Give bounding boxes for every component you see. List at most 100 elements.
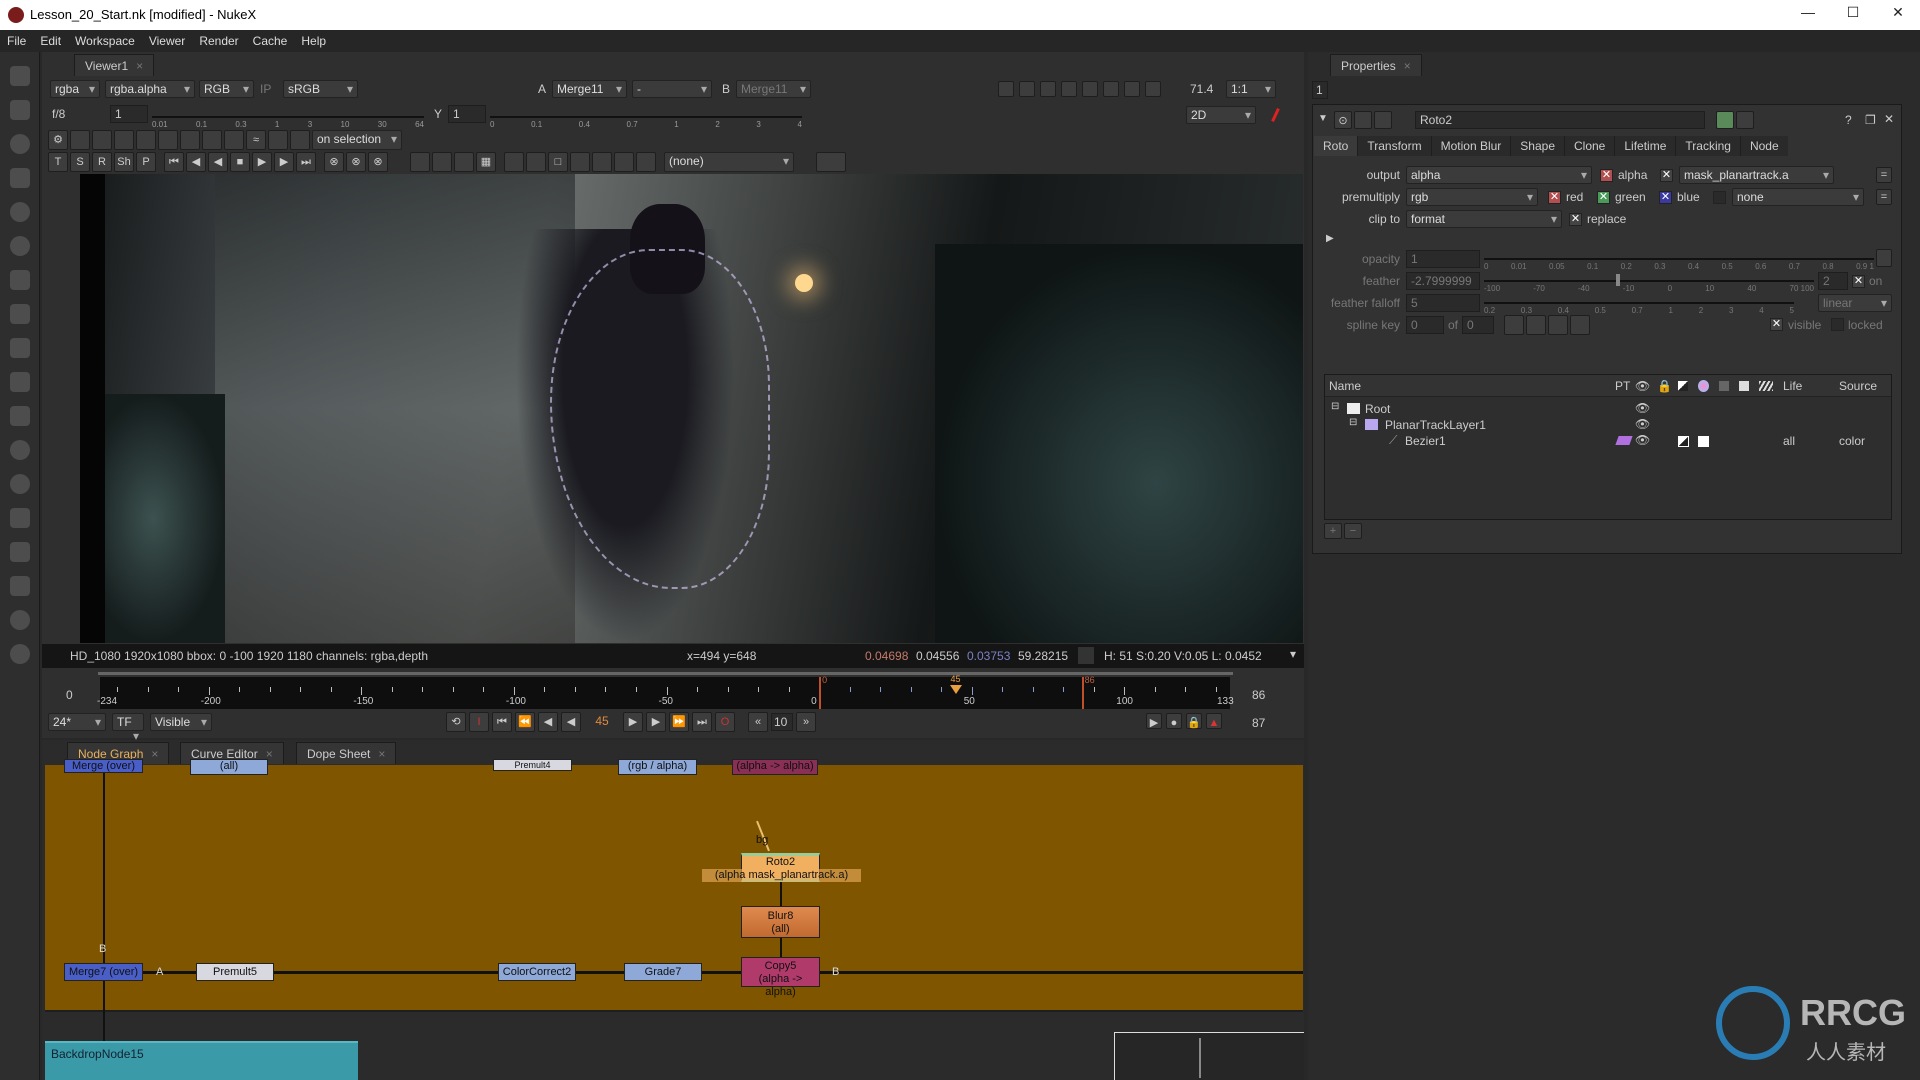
color-tool-icon[interactable] (10, 202, 30, 222)
track-backward-icon[interactable]: ◀ (186, 152, 206, 172)
render-icon[interactable]: ▲ (1206, 713, 1222, 729)
node-bug-icon[interactable] (1354, 111, 1372, 129)
fstop-label[interactable]: f/8 (52, 107, 65, 121)
grid-icon[interactable]: ▦ (476, 152, 496, 172)
menu-file[interactable]: File (0, 30, 33, 52)
feather-dimensions-field[interactable]: 2 (1818, 272, 1848, 290)
eye-icon[interactable]: 👁 (1635, 433, 1650, 447)
node-partial[interactable]: (rgb / alpha) (618, 759, 697, 775)
tangent-icon[interactable] (136, 130, 156, 150)
header-life[interactable]: Life (1783, 379, 1802, 393)
header-source[interactable]: Source (1839, 379, 1877, 393)
node-premult4[interactable]: Premult4 (493, 759, 572, 771)
alpha-checkbox[interactable]: ✕ (1600, 169, 1613, 182)
frame-increment-field[interactable]: 10 (771, 713, 793, 731)
node-color-icon[interactable] (1716, 111, 1734, 129)
planar-track-icon[interactable] (1615, 436, 1633, 445)
3d-tool-icon[interactable] (10, 372, 30, 392)
node-partial[interactable]: (alpha -> alpha) (732, 759, 818, 775)
skip-back-icon[interactable]: « (748, 712, 768, 732)
feather-on-checkbox[interactable]: ✕ (1852, 275, 1865, 288)
planar-surface-icon[interactable] (432, 152, 452, 172)
clipping-warning-icon[interactable] (1061, 81, 1077, 97)
point-icon[interactable] (158, 130, 178, 150)
export-icon[interactable] (816, 152, 846, 172)
node-blur8[interactable]: Blur8 (all) (741, 906, 820, 938)
wipe-mode-dropdown[interactable]: - (632, 80, 712, 98)
track-forward-icon[interactable]: ▶ (274, 152, 294, 172)
node-merge7[interactable]: Merge7 (over) (64, 963, 143, 981)
out-point-marker[interactable] (1081, 677, 1084, 709)
update-icon[interactable] (1124, 81, 1140, 97)
step-back-icon[interactable]: ◀ (538, 712, 558, 732)
deep-tool-icon[interactable] (10, 440, 30, 460)
node-partial[interactable]: (all) (190, 759, 268, 775)
menu-help[interactable]: Help (294, 30, 333, 52)
out-point-button[interactable]: O (715, 712, 735, 732)
channels-dropdown[interactable]: rgba (50, 80, 100, 98)
particles-tool-icon[interactable] (10, 406, 30, 426)
first-frame-icon[interactable]: ⏮ (492, 712, 512, 732)
gl-color-icon[interactable] (1736, 111, 1754, 129)
record-icon[interactable]: ● (1166, 713, 1182, 729)
spline-key-field[interactable]: 0 (1406, 316, 1444, 334)
display-channel-dropdown[interactable]: RGB (199, 80, 254, 98)
node-graph-minimap[interactable] (1114, 1032, 1304, 1080)
frame-icon[interactable]: □ (548, 152, 568, 172)
close-properties-icon[interactable]: ✕ (1884, 112, 1894, 126)
tab-tracking[interactable]: Tracking (1675, 136, 1740, 156)
tab-shape[interactable]: Shape (1510, 136, 1564, 156)
gamma-field[interactable]: 1 (448, 105, 486, 123)
tool-sh[interactable]: Sh (114, 152, 134, 172)
next-keyframe-icon[interactable]: ⏩ (669, 712, 689, 732)
remove-key-icon[interactable] (290, 130, 310, 150)
gamma-slider[interactable] (490, 116, 802, 118)
blend-icon[interactable] (1678, 381, 1688, 391)
opacity-animation-button[interactable] (1876, 249, 1892, 267)
clear-backward-icon[interactable]: ⊗ (346, 152, 366, 172)
tree-row-planartracklayer[interactable]: ⊟ PlanarTrackLayer1 👁 (1325, 417, 1891, 433)
motion-blur-icon[interactable] (1759, 381, 1773, 391)
blue-checkbox[interactable]: ✕ (1659, 191, 1672, 204)
metadata-tool-icon[interactable] (10, 508, 30, 528)
expand-arrow-icon[interactable]: ▶ (1326, 233, 1334, 244)
wrench-icon[interactable] (1374, 111, 1392, 129)
feather-slider[interactable] (1484, 280, 1814, 282)
tool-t[interactable]: T (48, 152, 68, 172)
tab-transform[interactable]: Transform (1357, 136, 1431, 156)
remove-key-icon[interactable] (636, 152, 656, 172)
timeframe-dropdown[interactable]: TF (112, 713, 144, 731)
float-icon[interactable]: ❐ (1865, 113, 1876, 127)
point-icon[interactable] (92, 130, 112, 150)
node-merge-top[interactable]: Merge (over) (64, 759, 143, 773)
lock-icon[interactable]: 🔒 (1186, 713, 1202, 729)
spline-total-field[interactable]: 0 (1462, 316, 1494, 334)
header-pt[interactable]: PT (1615, 379, 1630, 393)
list-icon[interactable] (1082, 81, 1098, 97)
gear-icon[interactable]: ⚙ (48, 130, 68, 150)
close-button[interactable]: ✕ (1878, 4, 1918, 26)
point-icon[interactable] (114, 130, 134, 150)
next-key-icon[interactable] (1526, 315, 1546, 335)
transform-jack-icon[interactable] (202, 130, 222, 150)
header-name[interactable]: Name (1329, 379, 1361, 393)
opacity-slider[interactable] (1484, 258, 1874, 260)
prev-keyframe-icon[interactable]: ⏪ (515, 712, 535, 732)
point-numbers-icon[interactable] (224, 130, 244, 150)
prev-key-icon[interactable] (1504, 315, 1524, 335)
track-to-end-icon[interactable]: ⏭ (296, 152, 316, 172)
image-tool-icon[interactable] (10, 66, 30, 86)
global-last-frame[interactable]: 87 (1252, 716, 1265, 730)
overlay-icon[interactable] (1739, 381, 1749, 391)
other-tool-icon[interactable] (10, 576, 30, 596)
tab-node[interactable]: Node (1739, 136, 1788, 156)
a-input-dropdown[interactable]: Merge11 (552, 80, 627, 98)
visible-checkbox[interactable]: ✕ (1770, 318, 1783, 331)
viewer-canvas[interactable] (80, 174, 1303, 643)
premultiply-dropdown[interactable]: rgb (1406, 188, 1538, 206)
output-dropdown[interactable]: alpha (1406, 166, 1592, 184)
close-tab-icon[interactable]: × (151, 747, 158, 761)
node-premult5[interactable]: Premult5 (196, 963, 274, 981)
node-roto2[interactable]: Roto2 (alpha mask_planartrack.a) (702, 853, 861, 882)
proxy-ratio-dropdown[interactable]: 1:1 (1226, 80, 1276, 98)
